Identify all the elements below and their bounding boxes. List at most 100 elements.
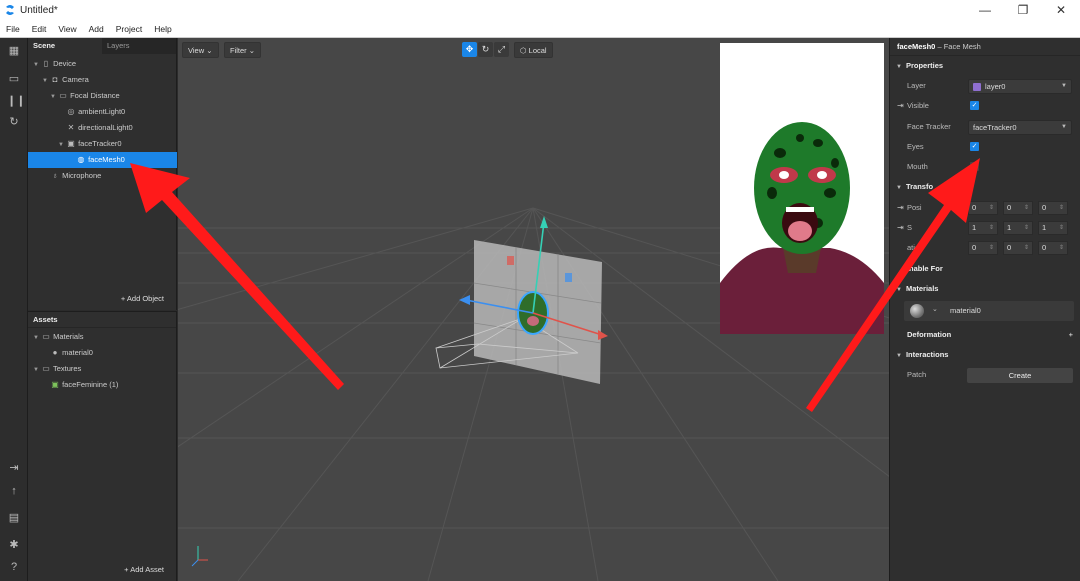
add-asset-button[interactable]: + Add Asset <box>124 565 164 574</box>
scale-x-input[interactable]: 1 ⇕ <box>968 221 998 235</box>
menu-file[interactable]: File <box>0 24 26 34</box>
focal-icon: ▭ <box>59 91 67 100</box>
tab-scene[interactable]: Scene <box>28 38 102 54</box>
assets-panel: Assets ▼ ▭ Materials ● material0 ▼ ▭ Textu… <box>28 311 177 581</box>
position-label: Posi <box>907 203 922 212</box>
device-preview-icon[interactable]: ⇥ <box>7 461 21 475</box>
section-enable-for[interactable]: Enable For <box>890 260 1080 278</box>
upload-icon[interactable]: ↑ <box>7 484 21 498</box>
rotation-z-input[interactable]: 0 ⇕ <box>1038 241 1068 255</box>
maximize-button[interactable]: ❐ <box>1004 0 1042 20</box>
section-deformation[interactable]: Deformation + <box>890 326 1080 344</box>
visible-checkbox[interactable]: ✓ <box>970 101 979 110</box>
help-icon[interactable]: ? <box>7 560 21 574</box>
rotation-y-input[interactable]: 0 ⇕ <box>1003 241 1033 255</box>
position-y-input[interactable]: 0 ⇕ <box>1003 201 1033 215</box>
viewport[interactable]: View ⌄ Filter ⌄ ✥ ↻ ⤢ ⬡ Local <box>178 38 889 581</box>
refresh-icon[interactable]: ↻ <box>7 115 21 129</box>
move-tool-icon[interactable]: ✥ <box>462 42 477 57</box>
visible-label: Visible <box>907 101 929 110</box>
title-bar: Untitled* — ❐ ✕ <box>0 0 1080 20</box>
menu-help[interactable]: Help <box>148 24 177 34</box>
rotate-tool-icon[interactable]: ↻ <box>478 42 493 57</box>
mouth-label: Mouth <box>907 162 928 171</box>
menu-edit[interactable]: Edit <box>26 24 53 34</box>
pin-icon[interactable]: ⇥ <box>897 220 904 236</box>
scale-label: S <box>907 223 913 232</box>
asset-item-textures[interactable]: ▼ ▭ Textures <box>28 361 177 377</box>
folder-icon[interactable]: ▤ <box>7 511 21 525</box>
position-x-input[interactable]: 0 ⇕ <box>968 201 998 215</box>
asset-item-materials[interactable]: ▼ ▭ Materials <box>28 329 177 345</box>
light-icon: ◎ <box>67 107 75 116</box>
rotation-label: ation <box>907 243 924 252</box>
bug-icon[interactable]: ✱ <box>7 538 21 552</box>
section-interactions[interactable]: ▼ Interactions <box>890 346 1080 364</box>
material-name: material0 <box>950 306 981 315</box>
texture-icon: ▣ <box>51 380 59 389</box>
directional-light-icon: ✕ <box>67 123 75 132</box>
video-icon[interactable]: ▭ <box>7 72 21 86</box>
chevron-down-icon[interactable]: ⌄ <box>932 305 938 313</box>
tree-item-ambient-light[interactable]: ◎ ambientLight0 <box>28 104 177 120</box>
asset-item-material0[interactable]: ● material0 <box>28 345 177 361</box>
pin-icon[interactable]: ⇥ <box>897 98 904 114</box>
eyes-checkbox[interactable]: ✓ <box>970 142 979 151</box>
window-title: Untitled* <box>20 4 58 16</box>
rotation-x-input[interactable]: 0 ⇕ <box>968 241 998 255</box>
left-toolbar: ▦ ▭ ❙❙ ↻ ⇥ ↑ ▤ ✱ ? <box>0 38 28 581</box>
chevron-down-icon: ⌄ <box>206 46 213 55</box>
section-materials[interactable]: ▼ Materials <box>890 280 1080 298</box>
menu-view[interactable]: View <box>52 24 82 34</box>
eyes-label: Eyes <box>907 142 924 151</box>
phone-icon: ▯ <box>43 59 49 68</box>
pin-icon[interactable]: ⇥ <box>897 200 904 216</box>
material-sphere-icon: ● <box>52 348 58 357</box>
menu-project[interactable]: Project <box>110 24 148 34</box>
mouth-checkbox[interactable] <box>970 162 979 171</box>
chevron-down-icon: ▼ <box>1061 124 1067 130</box>
layout-icon[interactable]: ▦ <box>7 44 21 58</box>
face-tracker-icon: ▣ <box>67 139 75 148</box>
tree-item-face-tracker[interactable]: ▼ ▣ faceTracker0 <box>28 136 177 152</box>
tree-item-face-mesh[interactable]: ◍ faceMesh0 <box>28 152 177 168</box>
scale-tool-icon[interactable]: ⤢ <box>494 42 509 57</box>
asset-item-face-feminine[interactable]: ▣ faceFeminine (1) <box>28 377 177 393</box>
view-dropdown[interactable]: View ⌄ <box>182 42 219 58</box>
material-slot[interactable]: ⌄ material0 <box>904 301 1074 321</box>
material-sphere-icon <box>910 304 924 318</box>
add-object-button[interactable]: + Add Object <box>121 294 164 303</box>
filter-dropdown[interactable]: Filter ⌄ <box>224 42 262 58</box>
minimize-button[interactable]: — <box>966 0 1004 20</box>
create-patch-button[interactable]: Create <box>967 368 1073 383</box>
menu-bar: File Edit View Add Project Help <box>0 20 1080 38</box>
folder-icon: ▭ <box>42 364 50 373</box>
chevron-down-icon: ▼ <box>1061 83 1067 89</box>
properties-header: faceMesh0 – Face Mesh <box>890 38 1080 56</box>
section-properties[interactable]: ▼ Properties <box>890 57 1080 75</box>
layer-color-swatch <box>973 83 981 91</box>
position-z-input[interactable]: 0 ⇕ <box>1038 201 1068 215</box>
face-tracker-select[interactable]: faceTracker0 ▼ <box>968 120 1072 135</box>
scale-y-input[interactable]: 1 ⇕ <box>1003 221 1033 235</box>
add-deformation-button[interactable]: + <box>1069 326 1073 344</box>
patch-label: Patch <box>907 370 927 379</box>
tree-item-focal-distance[interactable]: ▼ ▭ Focal Distance <box>28 88 177 104</box>
chevron-down-icon: ⌄ <box>248 46 256 55</box>
tree-item-device[interactable]: ▼ ▯ Device <box>28 56 177 72</box>
cube-icon: ⬡ <box>520 46 527 55</box>
menu-add[interactable]: Add <box>83 24 110 34</box>
pause-icon[interactable]: ❙❙ <box>7 94 25 108</box>
simulator-preview <box>720 43 884 334</box>
tree-item-microphone[interactable]: ♁ Microphone <box>28 168 177 184</box>
scale-z-input[interactable]: 1 ⇕ <box>1038 221 1068 235</box>
tree-item-camera[interactable]: ▼ ◘ Camera <box>28 72 177 88</box>
layer-select[interactable]: layer0 ▼ <box>968 79 1072 94</box>
close-button[interactable]: ✕ <box>1042 0 1080 20</box>
app-logo-icon <box>6 5 14 15</box>
tree-item-directional-light[interactable]: ✕ directionalLight0 <box>28 120 177 136</box>
local-space-toggle[interactable]: ⬡ Local <box>514 42 553 58</box>
layer-label: Layer <box>907 81 926 90</box>
section-transform[interactable]: ▼ Transfo <box>890 178 1080 196</box>
tab-layers[interactable]: Layers <box>102 38 176 54</box>
